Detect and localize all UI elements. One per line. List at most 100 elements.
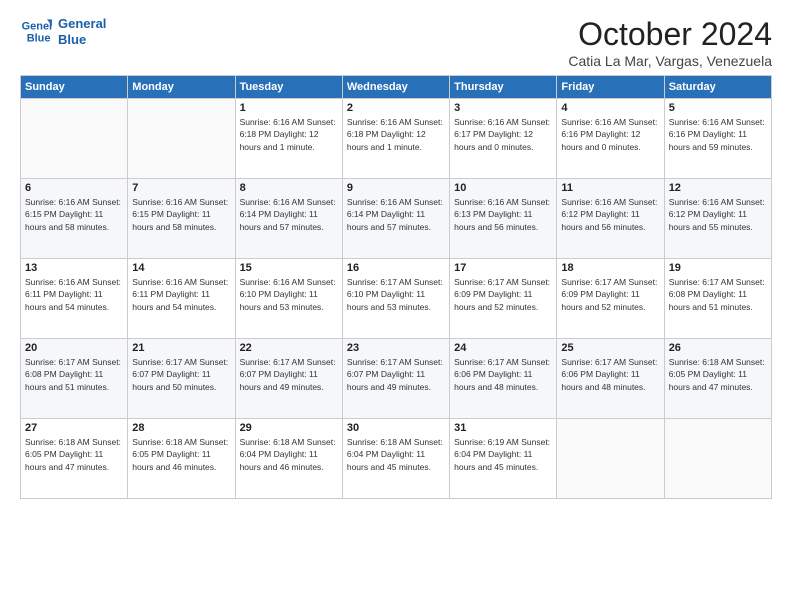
calendar-cell: 2Sunrise: 6:16 AM Sunset: 6:18 PM Daylig…: [342, 99, 449, 179]
calendar-cell: 14 Sunrise: 6:16 AM Sunset: 6:11 PM Dayli…: [128, 259, 235, 339]
calendar-cell: [557, 419, 664, 499]
day-number: 6: [25, 182, 123, 194]
day-number: 8: [240, 182, 338, 194]
logo-icon: General Blue: [20, 16, 52, 48]
day-number: 31: [454, 422, 552, 434]
day-number: 29: [240, 422, 338, 434]
day-number: 14: [132, 262, 230, 274]
calendar-table: SundayMondayTuesdayWednesdayThursdayFrid…: [20, 75, 772, 499]
day-info: Sunrise: 6:18 AM Sunset: 6:05 PM Dayligh…: [25, 436, 123, 473]
calendar-cell: 19Sunrise: 6:17 AM Sunset: 6:08 PM Dayli…: [664, 259, 771, 339]
day-number: 27: [25, 422, 123, 434]
day-number: 9: [347, 182, 445, 194]
calendar-cell: 24 Sunrise: 6:17 AM Sunset: 6:06 PM Dayli…: [450, 339, 557, 419]
day-info: Sunrise: 6:16 AM Sunset: 6:15 PM Dayligh…: [132, 196, 230, 233]
day-info: Sunrise: 6:17 AM Sunset: 6:08 PM Dayligh…: [25, 356, 123, 393]
day-info: Sunrise: 6:16 AM Sunset: 6:12 PM Dayligh…: [669, 196, 767, 233]
title-block: October 2024 Catia La Mar, Vargas, Venez…: [568, 16, 772, 69]
day-number: 18: [561, 262, 659, 274]
calendar-week-row: 27 Sunrise: 6:18 AM Sunset: 6:05 PM Dayli…: [21, 419, 772, 499]
day-info: Sunrise: 6:17 AM Sunset: 6:08 PM Dayligh…: [669, 276, 767, 313]
day-info: Sunrise: 6:17 AM Sunset: 6:07 PM Dayligh…: [347, 356, 445, 393]
day-number: 30: [347, 422, 445, 434]
day-number: 5: [669, 102, 767, 114]
day-number: 11: [561, 182, 659, 194]
calendar-cell: 27 Sunrise: 6:18 AM Sunset: 6:05 PM Dayli…: [21, 419, 128, 499]
day-number: 23: [347, 342, 445, 354]
calendar-cell: 9Sunrise: 6:16 AM Sunset: 6:14 PM Daylig…: [342, 179, 449, 259]
day-info: Sunrise: 6:17 AM Sunset: 6:09 PM Dayligh…: [561, 276, 659, 313]
calendar-cell: 29 Sunrise: 6:18 AM Sunset: 6:04 PM Dayli…: [235, 419, 342, 499]
calendar-cell: 10 Sunrise: 6:16 AM Sunset: 6:13 PM Dayli…: [450, 179, 557, 259]
day-number: 15: [240, 262, 338, 274]
calendar-cell: 18 Sunrise: 6:17 AM Sunset: 6:09 PM Dayli…: [557, 259, 664, 339]
month-title: October 2024: [568, 16, 772, 53]
day-info: Sunrise: 6:17 AM Sunset: 6:07 PM Dayligh…: [240, 356, 338, 393]
day-number: 17: [454, 262, 552, 274]
day-info: Sunrise: 6:16 AM Sunset: 6:18 PM Dayligh…: [347, 116, 445, 153]
day-number: 21: [132, 342, 230, 354]
day-info: Sunrise: 6:18 AM Sunset: 6:05 PM Dayligh…: [669, 356, 767, 393]
calendar-cell: 3 Sunrise: 6:16 AM Sunset: 6:17 PM Daylig…: [450, 99, 557, 179]
day-number: 3: [454, 102, 552, 114]
calendar-cell: [21, 99, 128, 179]
calendar-cell: 21 Sunrise: 6:17 AM Sunset: 6:07 PM Dayli…: [128, 339, 235, 419]
day-info: Sunrise: 6:18 AM Sunset: 6:04 PM Dayligh…: [347, 436, 445, 473]
svg-text:Blue: Blue: [27, 32, 51, 44]
day-info: Sunrise: 6:16 AM Sunset: 6:17 PM Dayligh…: [454, 116, 552, 153]
day-info: Sunrise: 6:16 AM Sunset: 6:15 PM Dayligh…: [25, 196, 123, 233]
calendar-cell: 8Sunrise: 6:16 AM Sunset: 6:14 PM Daylig…: [235, 179, 342, 259]
page-container: General Blue General Blue October 2024 C…: [0, 0, 792, 509]
calendar-cell: 5 Sunrise: 6:16 AM Sunset: 6:16 PM Daylig…: [664, 99, 771, 179]
location-title: Catia La Mar, Vargas, Venezuela: [568, 53, 772, 69]
day-info: Sunrise: 6:16 AM Sunset: 6:16 PM Dayligh…: [669, 116, 767, 153]
calendar-header-day: Sunday: [21, 76, 128, 99]
calendar-cell: 15 Sunrise: 6:16 AM Sunset: 6:10 PM Dayli…: [235, 259, 342, 339]
calendar-cell: 26 Sunrise: 6:18 AM Sunset: 6:05 PM Dayli…: [664, 339, 771, 419]
day-number: 22: [240, 342, 338, 354]
day-number: 20: [25, 342, 123, 354]
calendar-cell: 13 Sunrise: 6:16 AM Sunset: 6:11 PM Dayli…: [21, 259, 128, 339]
day-info: Sunrise: 6:19 AM Sunset: 6:04 PM Dayligh…: [454, 436, 552, 473]
calendar-cell: 23 Sunrise: 6:17 AM Sunset: 6:07 PM Dayli…: [342, 339, 449, 419]
day-info: Sunrise: 6:16 AM Sunset: 6:16 PM Dayligh…: [561, 116, 659, 153]
calendar-header-row: SundayMondayTuesdayWednesdayThursdayFrid…: [21, 76, 772, 99]
day-info: Sunrise: 6:16 AM Sunset: 6:10 PM Dayligh…: [240, 276, 338, 313]
logo: General Blue General Blue: [20, 16, 106, 48]
day-info: Sunrise: 6:16 AM Sunset: 6:11 PM Dayligh…: [132, 276, 230, 313]
day-info: Sunrise: 6:17 AM Sunset: 6:09 PM Dayligh…: [454, 276, 552, 313]
logo-line2: Blue: [58, 32, 106, 48]
calendar-week-row: 20 Sunrise: 6:17 AM Sunset: 6:08 PM Dayli…: [21, 339, 772, 419]
calendar-cell: 16Sunrise: 6:17 AM Sunset: 6:10 PM Dayli…: [342, 259, 449, 339]
calendar-week-row: 13 Sunrise: 6:16 AM Sunset: 6:11 PM Dayli…: [21, 259, 772, 339]
day-number: 1: [240, 102, 338, 114]
day-number: 26: [669, 342, 767, 354]
day-info: Sunrise: 6:16 AM Sunset: 6:18 PM Dayligh…: [240, 116, 338, 153]
calendar-cell: 6 Sunrise: 6:16 AM Sunset: 6:15 PM Daylig…: [21, 179, 128, 259]
calendar-cell: 11 Sunrise: 6:16 AM Sunset: 6:12 PM Dayli…: [557, 179, 664, 259]
day-info: Sunrise: 6:16 AM Sunset: 6:12 PM Dayligh…: [561, 196, 659, 233]
day-info: Sunrise: 6:18 AM Sunset: 6:04 PM Dayligh…: [240, 436, 338, 473]
calendar-cell: 20 Sunrise: 6:17 AM Sunset: 6:08 PM Dayli…: [21, 339, 128, 419]
day-info: Sunrise: 6:17 AM Sunset: 6:07 PM Dayligh…: [132, 356, 230, 393]
day-number: 16: [347, 262, 445, 274]
calendar-cell: 17 Sunrise: 6:17 AM Sunset: 6:09 PM Dayli…: [450, 259, 557, 339]
calendar-week-row: 6 Sunrise: 6:16 AM Sunset: 6:15 PM Daylig…: [21, 179, 772, 259]
calendar-week-row: 1 Sunrise: 6:16 AM Sunset: 6:18 PM Daylig…: [21, 99, 772, 179]
header: General Blue General Blue October 2024 C…: [20, 16, 772, 69]
day-info: Sunrise: 6:16 AM Sunset: 6:11 PM Dayligh…: [25, 276, 123, 313]
calendar-cell: 28Sunrise: 6:18 AM Sunset: 6:05 PM Dayli…: [128, 419, 235, 499]
day-number: 10: [454, 182, 552, 194]
day-number: 24: [454, 342, 552, 354]
day-number: 13: [25, 262, 123, 274]
calendar-cell: 4 Sunrise: 6:16 AM Sunset: 6:16 PM Daylig…: [557, 99, 664, 179]
calendar-cell: [664, 419, 771, 499]
day-info: Sunrise: 6:16 AM Sunset: 6:13 PM Dayligh…: [454, 196, 552, 233]
calendar-cell: 22 Sunrise: 6:17 AM Sunset: 6:07 PM Dayli…: [235, 339, 342, 419]
day-number: 4: [561, 102, 659, 114]
calendar-cell: 1 Sunrise: 6:16 AM Sunset: 6:18 PM Daylig…: [235, 99, 342, 179]
calendar-header-day: Wednesday: [342, 76, 449, 99]
day-info: Sunrise: 6:17 AM Sunset: 6:06 PM Dayligh…: [454, 356, 552, 393]
day-number: 25: [561, 342, 659, 354]
calendar-cell: 7Sunrise: 6:16 AM Sunset: 6:15 PM Daylig…: [128, 179, 235, 259]
